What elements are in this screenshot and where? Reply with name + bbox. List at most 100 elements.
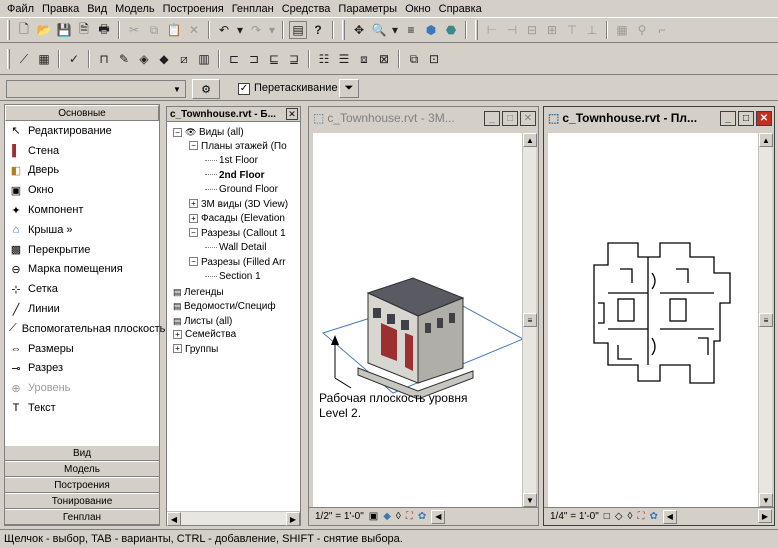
menu-item[interactable]: Вид <box>83 3 111 15</box>
collapse-icon[interactable]: − <box>189 228 198 238</box>
browser-close-button[interactable]: ✕ <box>286 108 298 120</box>
tree-item[interactable]: 1st Floor <box>173 154 301 169</box>
view-3d-canvas[interactable]: Рабочая плоскость уровня Level 2. <box>313 133 525 507</box>
design-tool[interactable]: ✦ Компонент <box>5 200 159 220</box>
shadows-icon[interactable]: ◊ <box>628 511 633 522</box>
view-cube-icon[interactable]: ⬢ <box>422 21 440 39</box>
design-tool[interactable]: ⊖ Марка помещения <box>5 260 159 280</box>
align-top-icon[interactable]: ⊤ <box>563 21 581 39</box>
design-tool[interactable]: ⊕ Уровень <box>5 378 159 398</box>
tree-item[interactable]: Section 1 <box>173 270 301 285</box>
pin-icon[interactable]: ⌐ <box>653 21 671 39</box>
distribute-icon[interactable]: ⊞ <box>543 21 561 39</box>
mirror-icon[interactable]: ⊑ <box>265 50 283 68</box>
crop-icon[interactable]: ⛶ <box>406 511 413 522</box>
color-fill-icon[interactable]: ◈ <box>135 50 153 68</box>
delete-icon[interactable]: ✕ <box>185 21 203 39</box>
undo-dropdown-icon[interactable]: ▾ <box>235 21 245 39</box>
detail-level-icon[interactable]: □ <box>604 511 610 522</box>
shaded-cube-icon[interactable]: ⬣ <box>442 21 460 39</box>
view-3d-titlebar[interactable]: ⬚ c_Townhouse.rvt - 3М... _ □ ✕ <box>309 107 538 129</box>
redo-icon[interactable]: ↷ <box>247 21 265 39</box>
menu-item[interactable]: Средства <box>278 3 335 15</box>
maximize-icon[interactable]: □ <box>502 110 518 126</box>
save-icon[interactable]: 💾 <box>55 21 73 39</box>
design-bar-tab[interactable]: Тонирование <box>5 493 159 509</box>
trim-icon[interactable]: ⊏ <box>225 50 243 68</box>
menu-item[interactable]: Построения <box>159 3 228 15</box>
move-icon[interactable]: ⊓ <box>95 50 113 68</box>
measure-icon[interactable]: ⟋ <box>15 50 33 68</box>
tree-item[interactable]: − Разрезы (Callout 1 <box>173 227 301 242</box>
undo-icon[interactable]: ↶ <box>215 21 233 39</box>
expand-icon[interactable]: + <box>173 344 182 354</box>
scroll-up-icon[interactable]: ▲ <box>759 133 773 147</box>
zoom-icon[interactable]: 🔍 <box>370 21 388 39</box>
type-selector[interactable]: ▼ <box>6 80 186 98</box>
design-bar-tab[interactable]: Модель <box>5 461 159 477</box>
minimize-icon[interactable]: _ <box>720 110 736 126</box>
scroll-left-icon[interactable]: ◀ <box>431 509 446 524</box>
model-graphics-icon[interactable]: ◇ <box>615 511 623 522</box>
scale-icon[interactable]: ☰ <box>335 50 353 68</box>
paste-icon[interactable]: 📋 <box>165 21 183 39</box>
tree-item[interactable]: ▤ Листы (all) <box>173 314 301 329</box>
collapse-icon[interactable]: − <box>189 141 198 151</box>
align-left-icon[interactable]: ⊢ <box>483 21 501 39</box>
collapse-icon[interactable]: − <box>189 257 198 267</box>
detail-icon[interactable]: ⊡ <box>425 50 443 68</box>
menu-item[interactable]: Генплан <box>228 3 278 15</box>
scroll-down-icon[interactable]: ▼ <box>523 493 537 507</box>
design-tool[interactable]: ▌ Стена <box>5 141 159 161</box>
design-bar-tab[interactable]: Построения <box>5 477 159 493</box>
open-folder-icon[interactable]: 📂 <box>35 21 53 39</box>
tree-item[interactable]: − Разрезы (Filled Arr <box>173 256 301 271</box>
view-scale[interactable]: 1/2" = 1'-0" <box>315 511 364 522</box>
expand-icon[interactable]: + <box>189 213 198 223</box>
join-icon[interactable]: ▥ <box>195 50 213 68</box>
split-icon[interactable]: ⧄ <box>175 50 193 68</box>
scroll-right-icon[interactable]: ▶ <box>758 509 772 523</box>
tree-item[interactable]: Wall Detail <box>173 241 301 256</box>
tree-item[interactable]: − Планы этажей (По <box>173 140 301 155</box>
redo-dropdown-icon[interactable]: ▾ <box>267 21 277 39</box>
scroll-thumb[interactable]: ≡ <box>523 313 537 327</box>
view-plan-titlebar[interactable]: ⬚ c_Townhouse.rvt - Пл... _ □ ✕ <box>544 107 774 129</box>
new-file-icon[interactable]: 🗋 <box>15 21 33 39</box>
menu-item[interactable]: Параметры <box>334 3 401 15</box>
design-bar-tab[interactable]: Генплан <box>5 509 159 525</box>
align-bottom-icon[interactable]: ⊥ <box>583 21 601 39</box>
check-icon[interactable]: ✓ <box>65 50 83 68</box>
zoom-dropdown-icon[interactable]: ▾ <box>390 21 400 39</box>
menu-item[interactable]: Правка <box>38 3 83 15</box>
menu-item[interactable]: Окно <box>401 3 435 15</box>
tree-item[interactable]: − 👁 Виды (all) <box>173 125 301 140</box>
link-icon[interactable]: ⚲ <box>633 21 651 39</box>
hide-isolate-icon[interactable]: ✿ <box>649 511 657 522</box>
toolbar-grip[interactable] <box>7 20 10 40</box>
model-graphics-icon[interactable]: ◆ <box>383 511 391 522</box>
scroll-down-icon[interactable]: ▼ <box>759 493 773 507</box>
crop-icon[interactable]: ⛶ <box>637 511 644 522</box>
layer-icon[interactable]: ⧉ <box>405 50 423 68</box>
design-tool[interactable]: ▩ Перекрытие <box>5 240 159 260</box>
eraser-icon[interactable]: ◆ <box>155 50 173 68</box>
design-bar-tab-basics[interactable]: Основные <box>5 105 159 121</box>
align-right-icon[interactable]: ⊟ <box>523 21 541 39</box>
view-scale[interactable]: 1/4" = 1'-0" <box>550 511 599 522</box>
print-icon[interactable]: 🖶 <box>95 21 113 39</box>
tree-item[interactable]: ▤ Ведомости/Специф <box>173 299 301 314</box>
view-plan-canvas[interactable] <box>548 133 760 507</box>
tree-item[interactable]: +3М виды (3D View) <box>173 198 301 213</box>
tree-item[interactable]: Ground Floor <box>173 183 301 198</box>
help-icon[interactable]: ? <box>309 21 327 39</box>
expand-icon[interactable]: + <box>173 329 182 339</box>
tree-item[interactable]: 2nd Floor <box>173 169 301 184</box>
array-icon[interactable]: ☷ <box>315 50 333 68</box>
print-preview-icon[interactable]: 🗎 <box>75 21 93 39</box>
scroll-left-icon[interactable]: ◀ <box>167 512 181 526</box>
design-bar-tab[interactable]: Вид <box>5 445 159 461</box>
align-center-icon[interactable]: ⊣ <box>503 21 521 39</box>
design-tool[interactable]: ↖ Редактирование <box>5 121 159 141</box>
scroll-right-icon[interactable]: ▶ <box>286 512 300 526</box>
